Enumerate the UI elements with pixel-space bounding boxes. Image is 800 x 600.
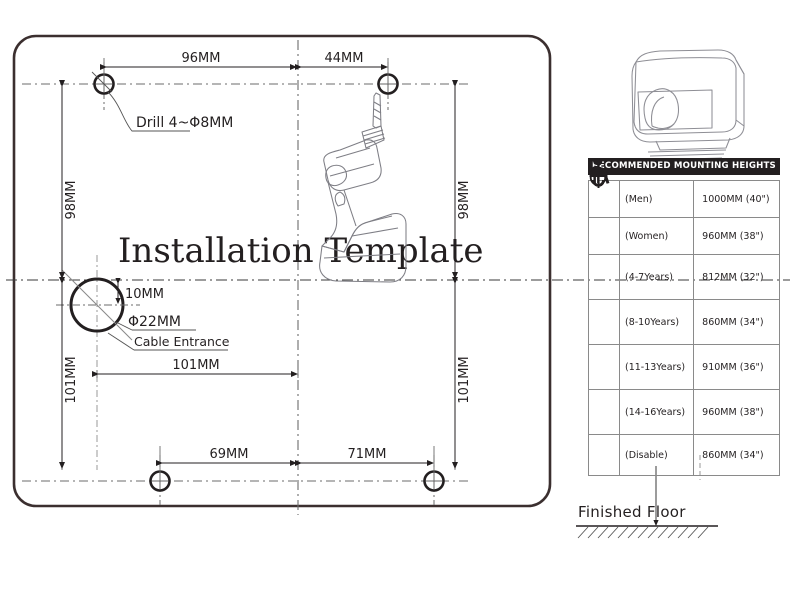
- child-icon: [588, 158, 620, 345]
- dimension-101mm-horizontal-label: 101MM: [172, 358, 219, 373]
- table-cell-label: (Disable): [618, 434, 695, 476]
- dimension-44mm-label: 44MM: [325, 51, 364, 66]
- dimension-96mm: 96MM: [100, 51, 297, 70]
- table-row: (11-13Years) 910MM (36"): [588, 158, 780, 390]
- cable-diameter-callout: Φ22MM: [115, 314, 196, 331]
- wheelchair-icon: [588, 159, 620, 476]
- cable-entrance-callout: Cable Entrance: [107, 332, 230, 351]
- mounting-heights-panel: RECOMMENDED MOUNTING HEIGHTS (Men) 1000M…: [588, 158, 780, 476]
- dimension-98mm-left-label: 98MM: [64, 181, 79, 220]
- table-row: (Disable) 860MM (34"): [588, 159, 780, 476]
- table-cell-height: 1000MM (40"): [693, 180, 780, 218]
- installation-template-page: 96MM 44MM 69MM 71MM 101MM 98MM 101MM 98M…: [0, 0, 800, 600]
- mounting-heights-table: (Men) 1000MM (40") (Women) 960MM (38") (…: [588, 158, 780, 476]
- table-row: (14-16Years) 960MM (38"): [588, 158, 780, 435]
- hand-dryer-illustration: [631, 49, 745, 161]
- table-cell-height: 910MM (36"): [693, 344, 780, 390]
- mounting-heights-header: RECOMMENDED MOUNTING HEIGHTS: [588, 158, 780, 175]
- template-plate-outline: [12, 34, 552, 508]
- table-cell-label: (8-10Years): [618, 299, 695, 345]
- dimension-101mm-right: 101MM: [452, 277, 472, 469]
- table-row: (Men) 1000MM (40"): [588, 158, 780, 218]
- table-cell-height: 860MM (34"): [693, 434, 780, 476]
- table-cell-label: (Women): [618, 217, 695, 255]
- table-cell-label: (Men): [618, 180, 695, 218]
- floor-hatching: [577, 526, 709, 539]
- table-cell-label: (11-13Years): [618, 344, 695, 390]
- dimension-98mm-left: 98MM: [59, 80, 79, 279]
- child-icon: [588, 158, 620, 300]
- dimension-101mm-horizontal: 101MM: [92, 358, 298, 377]
- table-row: (Women) 960MM (38"): [588, 158, 780, 255]
- cable-diameter-label: Φ22MM: [128, 314, 181, 330]
- dimension-96mm-label: 96MM: [182, 51, 221, 66]
- child-icon: [588, 158, 620, 390]
- child-icon: [588, 158, 620, 435]
- table-row: (8-10Years) 860MM (34"): [588, 158, 780, 345]
- table-cell-height: 812MM (32"): [693, 254, 780, 300]
- dimension-71mm: 71MM: [295, 447, 434, 466]
- dimension-101mm-right-label: 101MM: [457, 356, 472, 403]
- table-cell-height: 860MM (34"): [693, 299, 780, 345]
- table-cell-height: 960MM (38"): [693, 389, 780, 435]
- table-cell-label: (4-7Years): [618, 254, 695, 300]
- dimension-10mm-label: 10MM: [125, 287, 164, 302]
- dimension-69mm: 69MM: [156, 447, 297, 466]
- drill-callout-label: Drill 4~Φ8MM: [136, 115, 233, 131]
- dimension-98mm-right-label: 98MM: [457, 181, 472, 220]
- dimension-10mm: 10MM: [115, 278, 164, 304]
- page-title: Installation Template: [118, 231, 484, 271]
- dimension-101mm-left-label: 101MM: [64, 356, 79, 403]
- dimension-71mm-label: 71MM: [348, 447, 387, 462]
- table-cell-label: (14-16Years): [618, 389, 695, 435]
- woman-icon: [588, 158, 620, 255]
- finished-floor-label: Finished Floor: [578, 503, 686, 521]
- dimension-44mm: 44MM: [295, 51, 388, 70]
- table-row: (4-7Years) 812MM (32"): [588, 158, 780, 300]
- table-cell-height: 960MM (38"): [693, 217, 780, 255]
- cable-entrance-label: Cable Entrance: [134, 334, 230, 349]
- dimension-69mm-label: 69MM: [210, 447, 249, 462]
